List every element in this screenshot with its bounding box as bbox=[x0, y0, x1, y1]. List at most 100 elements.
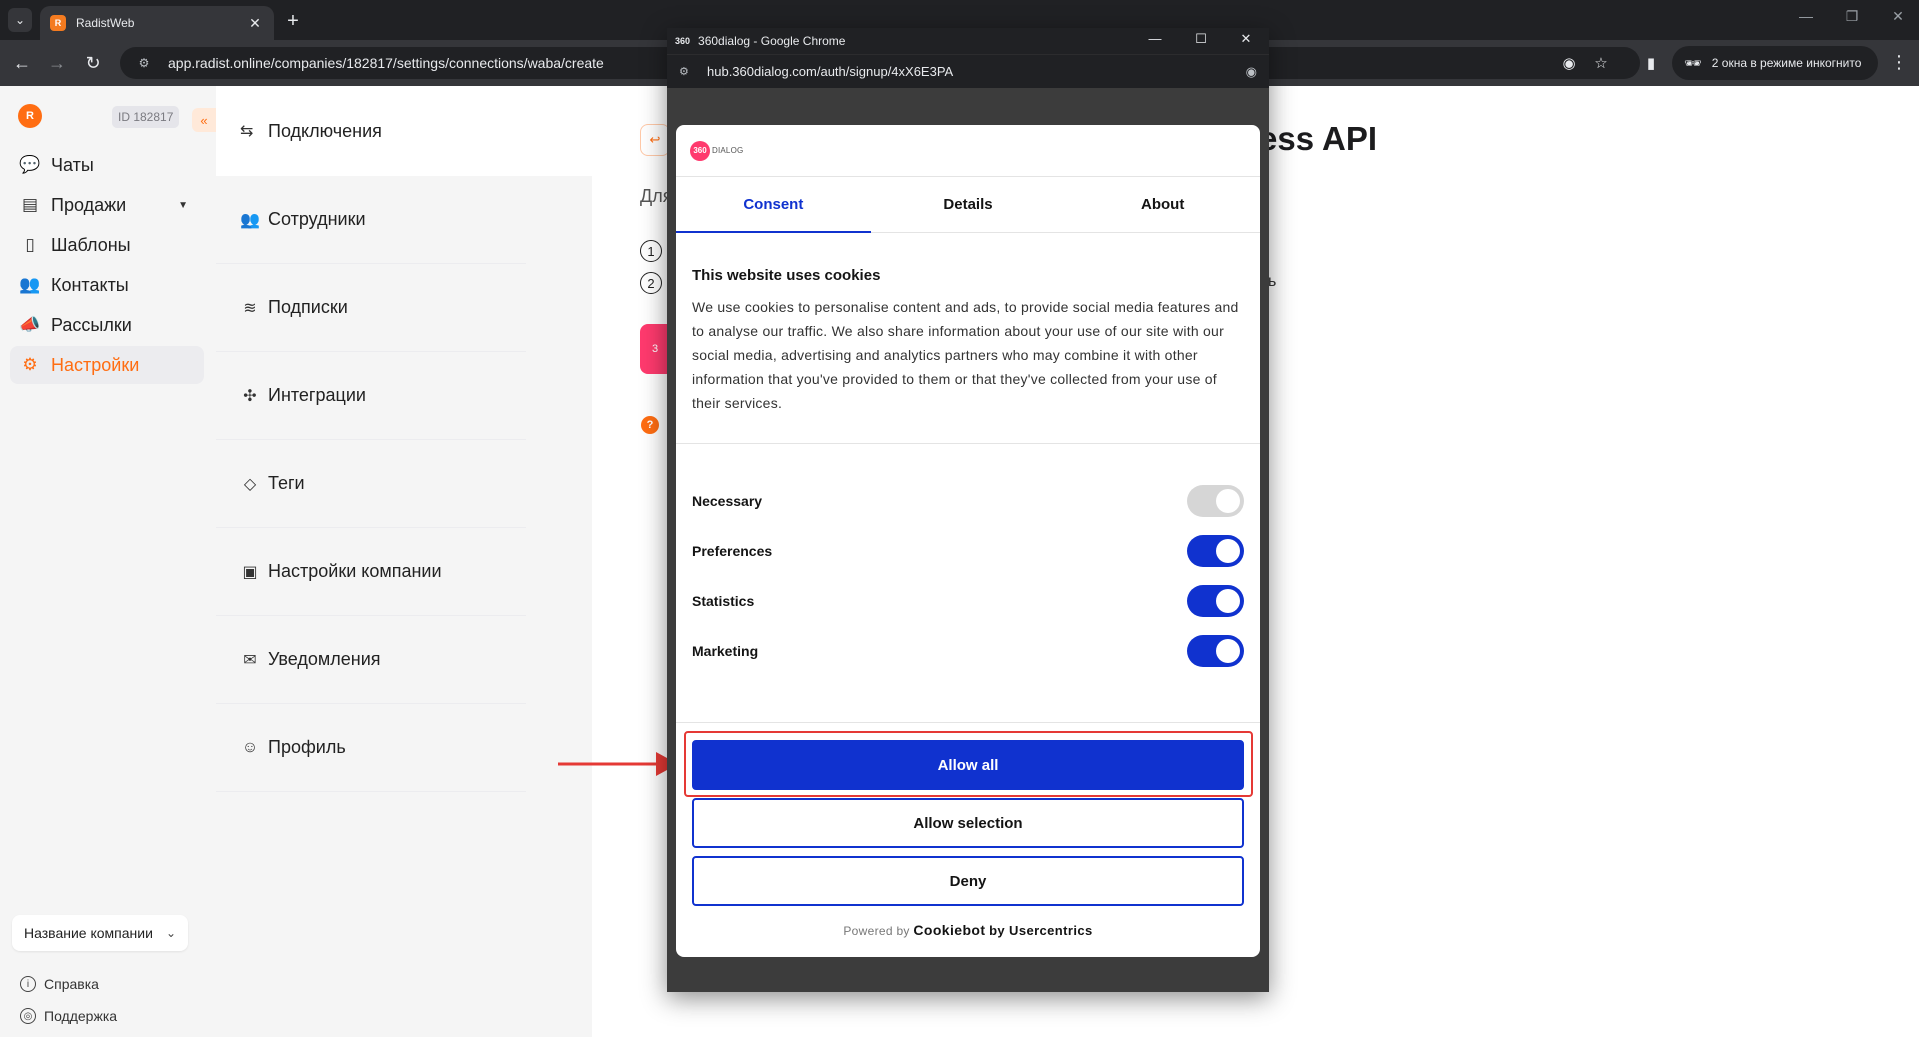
incognito-icon: 🕶 bbox=[1684, 54, 1702, 71]
cookiebot-brand[interactable]: Cookiebot bbox=[913, 922, 985, 938]
settings-item-integrations[interactable]: ✣ Интеграции bbox=[216, 352, 526, 440]
preferences-toggle[interactable] bbox=[1187, 535, 1244, 567]
nav-item-settings[interactable]: ⚙ Настройки bbox=[10, 346, 204, 384]
deny-button[interactable]: Deny bbox=[692, 856, 1244, 906]
settings-item-label: Интеграции bbox=[268, 385, 366, 405]
new-tab-icon[interactable]: + bbox=[281, 9, 305, 33]
nav-item-label: Настройки bbox=[51, 354, 140, 375]
radist-logo[interactable]: R bbox=[18, 104, 42, 128]
settings-item-label: Настройки компании bbox=[268, 561, 442, 581]
cookie-tabs: Consent Details About bbox=[676, 177, 1260, 233]
tab-consent[interactable]: Consent bbox=[676, 177, 871, 233]
subscriptions-icon: ≋ bbox=[243, 299, 257, 317]
marketing-toggle[interactable] bbox=[1187, 635, 1244, 667]
nav-item-label: Шаблоны bbox=[51, 234, 131, 255]
support-label: Поддержка bbox=[44, 1008, 118, 1024]
annotation-highlight-box bbox=[684, 731, 1253, 797]
nav-item-label: Продажи bbox=[51, 194, 127, 215]
company-select-value: Название компании bbox=[24, 925, 153, 941]
powered-prefix: Powered by bbox=[843, 924, 910, 938]
radist-favicon-icon: R bbox=[50, 15, 66, 31]
tab-title: RadistWeb bbox=[76, 16, 135, 30]
tab-close-icon[interactable]: ✕ bbox=[246, 14, 264, 32]
browser-tab-radistweb[interactable]: R RadistWeb ✕ bbox=[40, 6, 274, 40]
settings-item-label: Теги bbox=[268, 473, 305, 493]
minimize-icon[interactable]: — bbox=[1794, 8, 1818, 24]
collapse-sidebar-icon[interactable]: « bbox=[192, 108, 216, 132]
popup-url: hub.360dialog.com/auth/signup/4xX6E3PA bbox=[707, 64, 954, 79]
popup-maximize-icon[interactable]: ☐ bbox=[1191, 31, 1211, 47]
category-row-necessary: Necessary bbox=[692, 484, 1244, 518]
side-panel-icon[interactable]: ▮ bbox=[1640, 52, 1662, 74]
nav-item-contacts[interactable]: 👥 Контакты bbox=[10, 266, 204, 304]
cookie-description: We use cookies to personalise content an… bbox=[692, 299, 1239, 411]
company-select[interactable]: Название компании ⌄ bbox=[12, 915, 188, 951]
settings-item-company[interactable]: ▣ Настройки компании bbox=[216, 528, 526, 616]
help-question-icon[interactable]: ? bbox=[641, 416, 659, 434]
usercentrics-brand: by Usercentrics bbox=[989, 923, 1093, 938]
contacts-icon: 👥 bbox=[19, 275, 41, 294]
back-button[interactable]: ↩ bbox=[640, 124, 670, 156]
annotation-arrow-icon bbox=[558, 752, 678, 776]
logo-circle: 360 bbox=[690, 140, 710, 161]
tab-about[interactable]: About bbox=[1065, 177, 1260, 232]
divider bbox=[676, 443, 1260, 444]
necessary-toggle bbox=[1187, 485, 1244, 517]
category-row-marketing: Marketing bbox=[692, 634, 1244, 668]
nav-item-templates[interactable]: ▯ Шаблоны bbox=[10, 226, 204, 264]
bookmark-star-icon[interactable]: ☆ bbox=[1590, 52, 1612, 74]
tracking-eye-off-icon[interactable]: ◉ bbox=[1246, 64, 1257, 80]
nav-item-mailings[interactable]: 📣 Рассылки bbox=[10, 306, 204, 344]
tag-icon: ◇ bbox=[243, 475, 257, 493]
360dialog-connect-button[interactable]: 3 bbox=[640, 324, 670, 374]
reload-icon[interactable]: ↻ bbox=[81, 51, 105, 75]
settings-menu-connections[interactable]: ⇆ Подключения bbox=[216, 86, 592, 176]
support-link[interactable]: ◎ Поддержка bbox=[20, 1008, 117, 1024]
caret-down-icon: ▼ bbox=[178, 199, 188, 211]
popup-close-icon[interactable]: ✕ bbox=[1236, 31, 1256, 47]
app-sidebar: R ID 182817 « 💬 Чаты ▤ Продажи ▼ ▯ Шабло… bbox=[0, 86, 216, 1037]
main-nav: 💬 Чаты ▤ Продажи ▼ ▯ Шаблоны 👥 Контакты … bbox=[10, 146, 204, 386]
tab-search-chevron-icon[interactable]: ⌄ bbox=[8, 8, 32, 32]
statistics-toggle[interactable] bbox=[1187, 585, 1244, 617]
address-bar-url: app.radist.online/companies/182817/setti… bbox=[168, 55, 604, 71]
incognito-label: 2 окна в режиме инкогнито bbox=[1711, 56, 1862, 70]
cookie-heading: This website uses cookies bbox=[692, 267, 881, 284]
category-label: Necessary bbox=[692, 493, 763, 509]
settings-item-subscriptions[interactable]: ≋ Подписки bbox=[216, 264, 526, 352]
nav-item-sales[interactable]: ▤ Продажи ▼ bbox=[10, 186, 204, 224]
settings-item-label: Сотрудники bbox=[268, 209, 366, 229]
tab-details[interactable]: Details bbox=[871, 177, 1066, 232]
browser-menu-icon[interactable]: ⋮ bbox=[1890, 52, 1908, 73]
popup-minimize-icon[interactable]: — bbox=[1145, 31, 1165, 46]
site-settings-icon[interactable]: ⚙ bbox=[679, 65, 695, 78]
incognito-indicator[interactable]: 🕶 2 окна в режиме инкогнито bbox=[1672, 46, 1878, 80]
360dialog-logo: 360 DIALOG bbox=[690, 140, 743, 161]
site-settings-icon[interactable]: ⚙ bbox=[134, 53, 154, 73]
nav-item-label: Чаты bbox=[51, 154, 94, 175]
settings-item-label: Подписки bbox=[268, 297, 348, 317]
popup-window-title: 360dialog - Google Chrome bbox=[698, 34, 846, 48]
nav-item-chats[interactable]: 💬 Чаты bbox=[10, 146, 204, 184]
support-icon: ◎ bbox=[20, 1008, 36, 1024]
settings-item-label: Профиль bbox=[268, 737, 346, 757]
ghost-icon: ☺ bbox=[241, 738, 259, 756]
back-arrow-icon[interactable]: ← bbox=[10, 51, 34, 75]
popup-address-bar: ⚙ hub.360dialog.com/auth/signup/4xX6E3PA… bbox=[667, 54, 1269, 88]
help-label: Справка bbox=[44, 976, 99, 992]
forward-arrow-icon[interactable]: → bbox=[45, 51, 69, 75]
chat-icon: 💬 bbox=[19, 155, 41, 174]
settings-item-notifications[interactable]: ✉ Уведомления bbox=[216, 616, 526, 704]
puzzle-icon: ✣ bbox=[243, 387, 257, 405]
powered-by: Powered by Cookiebot by Usercentrics bbox=[676, 922, 1260, 938]
settings-item-employees[interactable]: 👥 Сотрудники bbox=[216, 176, 526, 264]
nav-item-label: Контакты bbox=[51, 274, 129, 295]
help-link[interactable]: i Справка bbox=[20, 976, 99, 992]
tracking-eye-off-icon[interactable]: ◉ bbox=[1558, 52, 1580, 74]
restore-icon[interactable]: ❐ bbox=[1840, 8, 1864, 25]
settings-item-tags[interactable]: ◇ Теги bbox=[216, 440, 526, 528]
window-close-icon[interactable]: ✕ bbox=[1886, 8, 1910, 25]
settings-item-profile[interactable]: ☺ Профиль bbox=[216, 704, 526, 792]
swap-arrows-icon: ⇆ bbox=[240, 123, 254, 140]
allow-selection-button[interactable]: Allow selection bbox=[692, 798, 1244, 848]
